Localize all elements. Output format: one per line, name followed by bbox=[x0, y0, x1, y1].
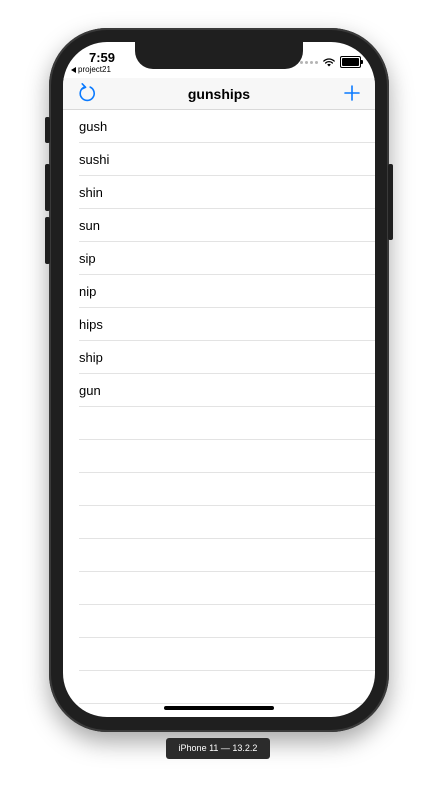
simulator-stage: 7:59 project21 gunships gush sushi shin … bbox=[0, 0, 438, 786]
row-label: gun bbox=[79, 382, 101, 398]
volume-down-button bbox=[45, 217, 50, 264]
volume-up-button bbox=[45, 164, 50, 211]
nav-title: gunships bbox=[187, 86, 251, 102]
back-to-app-link[interactable]: project21 bbox=[71, 65, 111, 74]
table-row[interactable]: sushi bbox=[79, 143, 375, 176]
simulator-device-label: iPhone 11 — 13.2.2 bbox=[166, 738, 270, 759]
row-label: sun bbox=[79, 217, 100, 233]
table-row[interactable]: sip bbox=[79, 242, 375, 275]
home-indicator[interactable] bbox=[164, 706, 274, 710]
device-screen: 7:59 project21 gunships gush sushi shin … bbox=[63, 42, 375, 717]
row-label: shin bbox=[79, 184, 103, 200]
empty-table-row bbox=[79, 671, 375, 704]
word-table: gush sushi shin sun sip nip hips ship gun bbox=[63, 110, 375, 704]
empty-table-row bbox=[79, 605, 375, 638]
status-time: 7:59 bbox=[89, 50, 116, 65]
table-row[interactable]: ship bbox=[79, 341, 375, 374]
notch bbox=[135, 42, 303, 69]
table-row[interactable]: nip bbox=[79, 275, 375, 308]
table-row[interactable]: gun bbox=[79, 374, 375, 407]
back-triangle-icon bbox=[71, 66, 76, 73]
battery-icon bbox=[340, 56, 363, 68]
row-label: ship bbox=[79, 349, 103, 365]
row-label: sushi bbox=[79, 151, 110, 167]
empty-table-row bbox=[79, 407, 375, 440]
table-row[interactable]: shin bbox=[79, 176, 375, 209]
back-app-label: project21 bbox=[78, 65, 111, 74]
row-label: hips bbox=[79, 316, 103, 332]
table-row[interactable]: hips bbox=[79, 308, 375, 341]
empty-table-row bbox=[79, 638, 375, 671]
wifi-icon bbox=[323, 57, 335, 66]
status-icons bbox=[300, 56, 363, 68]
plus-icon[interactable] bbox=[343, 84, 361, 102]
table-row[interactable]: gush bbox=[79, 110, 375, 143]
cellular-signal-icon bbox=[300, 60, 318, 64]
power-button bbox=[388, 164, 393, 240]
empty-table-row bbox=[79, 539, 375, 572]
empty-table-row bbox=[79, 440, 375, 473]
empty-table-row bbox=[79, 572, 375, 605]
empty-table-row bbox=[79, 473, 375, 506]
row-label: nip bbox=[79, 283, 97, 299]
empty-table-row bbox=[79, 506, 375, 539]
row-label: sip bbox=[79, 250, 96, 266]
navigation-bar: gunships bbox=[63, 78, 375, 110]
row-label: gush bbox=[79, 118, 108, 134]
table-row[interactable]: sun bbox=[79, 209, 375, 242]
silent-switch bbox=[45, 117, 50, 143]
